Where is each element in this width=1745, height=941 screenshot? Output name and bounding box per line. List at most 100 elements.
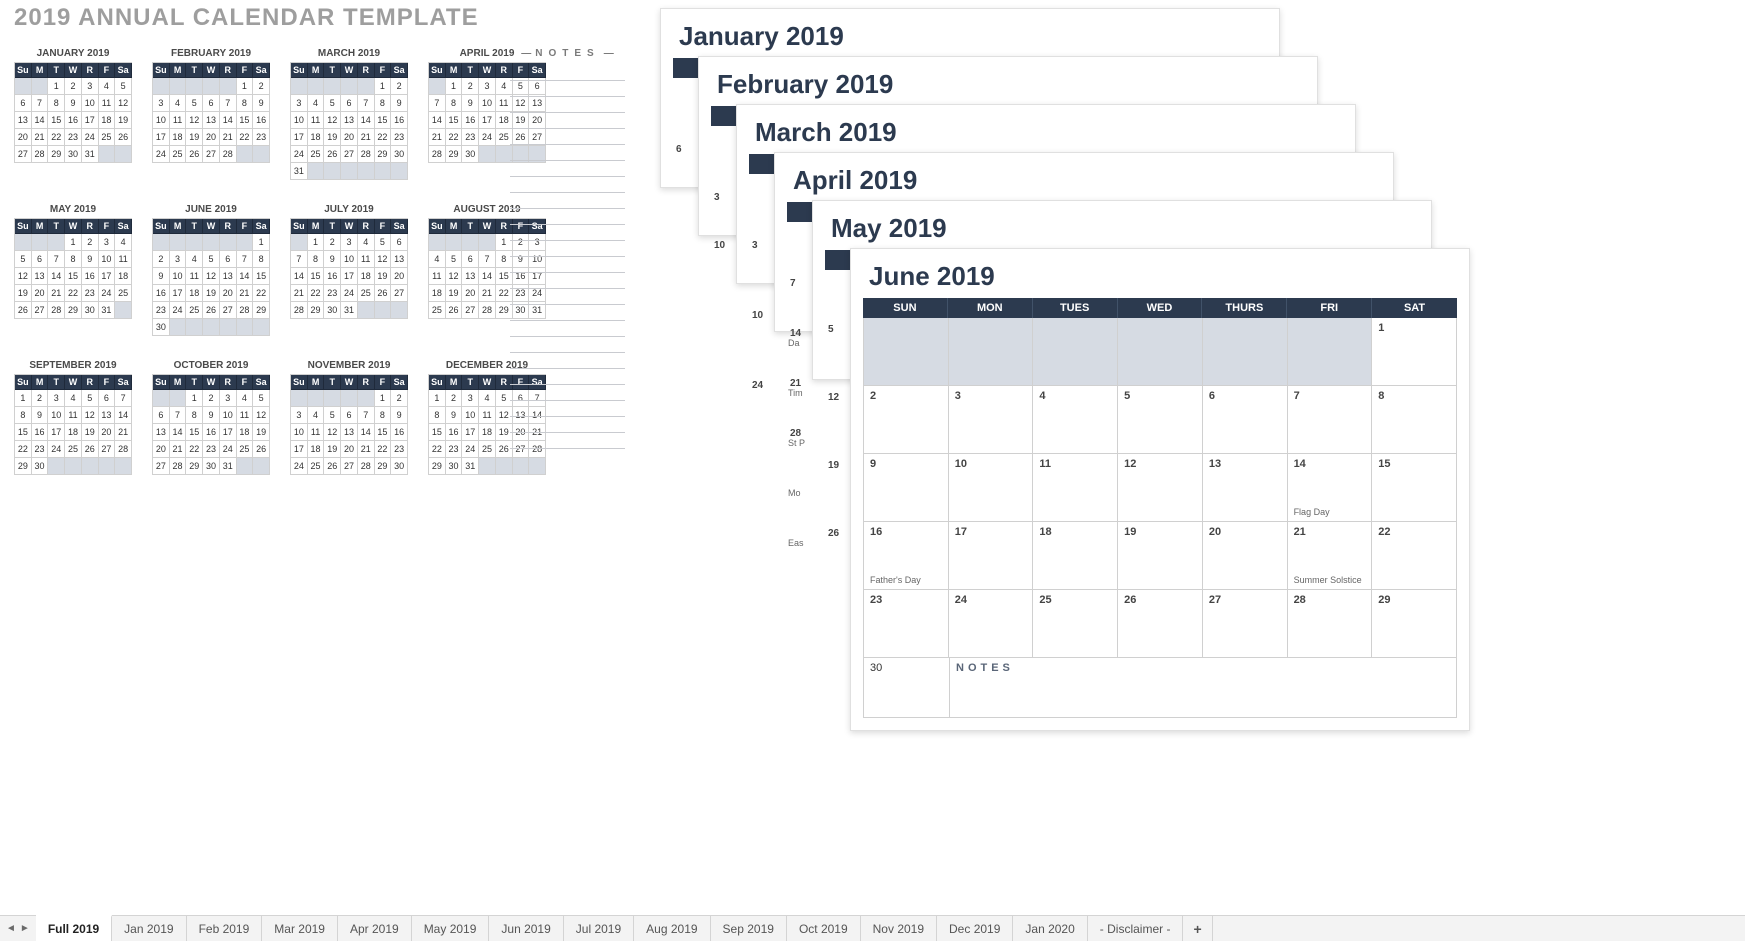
notes-line[interactable] — [510, 65, 625, 81]
sheet-tab[interactable]: Sep 2019 — [711, 916, 787, 941]
day-cell[interactable]: 8 — [1372, 386, 1457, 454]
mini-day-cell — [237, 319, 254, 336]
mini-day-cell: 17 — [341, 268, 358, 285]
day-cell[interactable]: 19 — [1118, 522, 1203, 590]
notes-line[interactable] — [510, 369, 625, 385]
day-cell[interactable]: 2 — [864, 386, 949, 454]
sheet-tab[interactable]: Oct 2019 — [787, 916, 861, 941]
mini-day-cell: 24 — [479, 129, 496, 146]
notes-line[interactable] — [510, 177, 625, 193]
sheet-tab[interactable]: Apr 2019 — [338, 916, 412, 941]
sheet-tab[interactable]: Dec 2019 — [937, 916, 1013, 941]
day-number: 5 — [1124, 390, 1196, 402]
day-cell[interactable]: 5 — [1118, 386, 1203, 454]
day-cell[interactable]: 4 — [1033, 386, 1118, 454]
notes-cell[interactable]: NOTES — [950, 658, 1457, 718]
notes-line[interactable] — [510, 97, 625, 113]
mini-day-cell: 31 — [99, 302, 116, 319]
mini-day-cell: 14 — [358, 424, 375, 441]
day-cell[interactable]: 1 — [1372, 318, 1457, 386]
day-cell[interactable]: 26 — [1118, 590, 1203, 658]
sheet-tab[interactable]: Jan 2020 — [1013, 916, 1087, 941]
notes-line[interactable] — [510, 81, 625, 97]
sheet-tab[interactable]: Feb 2019 — [187, 916, 263, 941]
mini-day-cell: 2 — [391, 390, 408, 407]
tab-next-icon[interactable]: ► — [20, 923, 30, 934]
day-cell[interactable] — [1118, 318, 1203, 386]
notes-line[interactable] — [510, 161, 625, 177]
mini-day-cell — [324, 163, 341, 180]
mini-day-cell: 17 — [170, 285, 187, 302]
day-cell[interactable] — [1288, 318, 1373, 386]
notes-line[interactable] — [510, 337, 625, 353]
mini-weekday-header: F — [99, 219, 116, 234]
day-cell[interactable]: 24 — [949, 590, 1034, 658]
day-cell[interactable]: 14Flag Day — [1288, 454, 1373, 522]
day-cell[interactable]: 28 — [1288, 590, 1373, 658]
day-cell[interactable]: 6 — [1203, 386, 1288, 454]
day-cell[interactable]: 7 — [1288, 386, 1373, 454]
notes-line[interactable] — [510, 401, 625, 417]
sheet-tab[interactable]: Jul 2019 — [564, 916, 634, 941]
day-cell[interactable]: 13 — [1203, 454, 1288, 522]
notes-line[interactable] — [510, 305, 625, 321]
day-cell[interactable]: 25 — [1033, 590, 1118, 658]
day-cell[interactable]: 17 — [949, 522, 1034, 590]
sheet-tab[interactable]: Jan 2019 — [112, 916, 186, 941]
day-cell[interactable]: 27 — [1203, 590, 1288, 658]
notes-line[interactable] — [510, 209, 625, 225]
notes-line[interactable] — [510, 113, 625, 129]
notes-line[interactable] — [510, 353, 625, 369]
mini-day-cell: 21 — [220, 129, 237, 146]
sheet-tab[interactable]: Nov 2019 — [861, 916, 937, 941]
day-cell[interactable]: 16Father's Day — [864, 522, 949, 590]
notes-line[interactable] — [510, 289, 625, 305]
mini-day-cell: 6 — [462, 251, 479, 268]
day-cell[interactable]: 21Summer Solstice — [1288, 522, 1373, 590]
notes-line[interactable] — [510, 417, 625, 433]
sheet-tab[interactable]: - Disclaimer - — [1088, 916, 1184, 941]
mini-day-cell: 10 — [220, 407, 237, 424]
notes-line[interactable] — [510, 385, 625, 401]
notes-line[interactable] — [510, 145, 625, 161]
peek-day-number: 7 — [790, 278, 796, 289]
day-cell[interactable] — [1203, 318, 1288, 386]
sheet-tab[interactable]: Jun 2019 — [489, 916, 563, 941]
mini-day-cell: 29 — [308, 302, 325, 319]
notes-line[interactable] — [510, 257, 625, 273]
notes-line[interactable] — [510, 321, 625, 337]
sheet-tab[interactable]: Aug 2019 — [634, 916, 710, 941]
day-cell[interactable] — [864, 318, 949, 386]
day-cell[interactable]: 3 — [949, 386, 1034, 454]
sheet-tab[interactable]: May 2019 — [412, 916, 490, 941]
day-cell[interactable]: 20 — [1203, 522, 1288, 590]
mini-day-cell — [479, 458, 496, 475]
sheet-tab[interactable]: Mar 2019 — [262, 916, 338, 941]
day-cell[interactable]: 10 — [949, 454, 1034, 522]
add-sheet-button[interactable]: + — [1183, 916, 1212, 941]
day-cell[interactable] — [949, 318, 1034, 386]
notes-line[interactable] — [510, 273, 625, 289]
notes-line[interactable] — [510, 225, 625, 241]
tab-prev-icon[interactable]: ◄ — [6, 923, 16, 934]
day-cell[interactable]: 22 — [1372, 522, 1457, 590]
mini-day-cell: 24 — [341, 285, 358, 302]
mini-weekday-header: R — [358, 375, 375, 390]
mini-day-cell: 20 — [153, 441, 170, 458]
notes-line[interactable] — [510, 241, 625, 257]
notes-line[interactable] — [510, 433, 625, 449]
day-cell[interactable]: 11 — [1033, 454, 1118, 522]
notes-line[interactable] — [510, 193, 625, 209]
mini-day-cell: 12 — [203, 268, 220, 285]
sheet-tab[interactable]: Full 2019 — [36, 915, 112, 941]
day-cell[interactable]: 12 — [1118, 454, 1203, 522]
day-cell[interactable]: 29 — [1372, 590, 1457, 658]
notes-line[interactable] — [510, 129, 625, 145]
day-cell[interactable]: 30 — [864, 658, 950, 718]
day-cell[interactable]: 15 — [1372, 454, 1457, 522]
day-cell[interactable]: 9 — [864, 454, 949, 522]
day-cell[interactable]: 23 — [864, 590, 949, 658]
mini-day-cell — [324, 390, 341, 407]
day-cell[interactable]: 18 — [1033, 522, 1118, 590]
day-cell[interactable] — [1033, 318, 1118, 386]
